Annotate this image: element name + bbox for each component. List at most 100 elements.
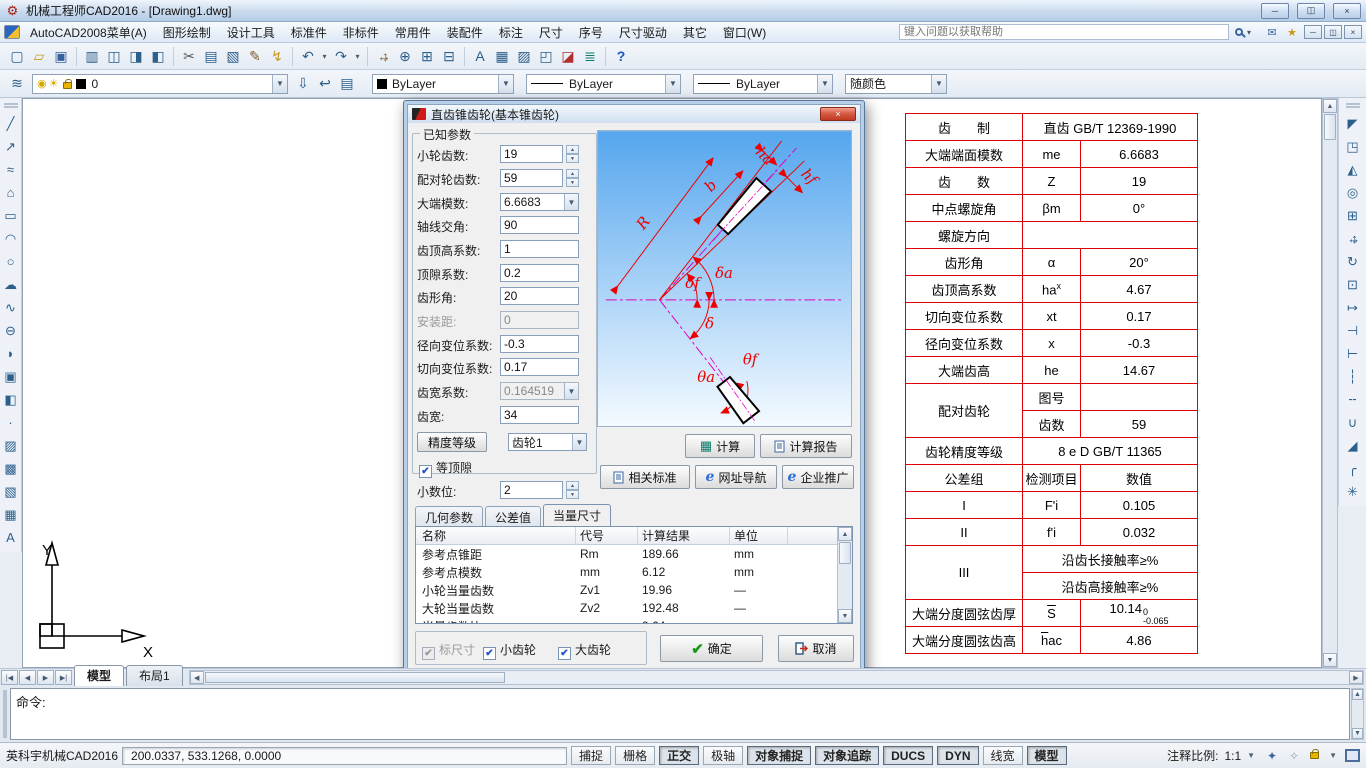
menu-item[interactable]: 非标件 — [335, 22, 387, 43]
layer-combo[interactable]: ◉ ☀ 0 ▼ — [32, 73, 288, 94]
gear-select-combo[interactable]: 齿轮1 ▼ — [508, 433, 587, 451]
make-block-icon[interactable]: ◧ — [1, 389, 21, 410]
save-icon[interactable]: ▣ — [50, 46, 72, 66]
plot-icon[interactable]: ▥ — [81, 46, 103, 66]
markup-icon[interactable]: ◪ — [557, 46, 579, 66]
new-icon[interactable]: ▢ — [6, 46, 28, 66]
decimal-spinner[interactable]: ▲ ▼ — [566, 481, 579, 499]
matchprop-icon[interactable]: ✎ — [244, 46, 266, 66]
rotate-icon[interactable]: ↻ — [1343, 251, 1363, 272]
scroll-down-arrow[interactable]: ▼ — [1323, 653, 1337, 667]
plot-preview-icon[interactable]: ◫ — [103, 46, 125, 66]
list-item[interactable]: 当量齿数比 9.64 — [416, 617, 852, 623]
tab-layout1[interactable]: 布局1 — [126, 665, 183, 686]
clean-screen-icon[interactable] — [1345, 749, 1360, 762]
menu-item[interactable]: 图形绘制 — [155, 22, 219, 43]
gear-check-row[interactable]: ✔ 大齿轮 — [558, 641, 611, 660]
ui-lock-icon[interactable] — [1310, 749, 1320, 759]
mirror-icon[interactable]: ◭ — [1343, 159, 1363, 180]
gradient-icon[interactable]: ▩ — [1, 458, 21, 479]
layer-on-bulb-icon[interactable]: ◉ — [37, 77, 47, 90]
toggle-ortho[interactable]: 正交 — [659, 746, 700, 765]
mdi-close-button[interactable]: × — [1344, 25, 1362, 39]
undo-icon[interactable]: ↶ — [297, 46, 319, 66]
scroll-down-arrow[interactable]: ▼ — [1352, 728, 1363, 739]
hscroll-thumb[interactable] — [204, 672, 505, 683]
menu-item[interactable]: 尺寸 — [531, 22, 571, 43]
list-item[interactable]: 小轮当量齿数 Zv1 19.96 — — [416, 581, 852, 599]
module-combo[interactable]: 6.6683 ▼ — [500, 193, 579, 211]
etransmit-icon[interactable]: ◧ — [147, 46, 169, 66]
toggle-model[interactable]: 模型 — [1026, 746, 1067, 765]
point-icon[interactable]: · — [1, 412, 21, 433]
pinion-checkbox[interactable]: ✔ — [483, 647, 496, 660]
color-combo-arrow[interactable]: ▼ — [498, 74, 513, 93]
designcenter-icon[interactable]: ◰ — [535, 46, 557, 66]
color-combo[interactable]: ByLayer ▼ — [372, 73, 514, 94]
menu-item[interactable]: 设计工具 — [219, 22, 283, 43]
dialog-close-button[interactable]: × — [820, 107, 856, 121]
precision-grade-button[interactable]: 精度等级 — [417, 432, 487, 452]
break-point-icon[interactable]: ┆ — [1343, 366, 1363, 387]
toolbar-separator[interactable] — [292, 46, 293, 66]
search-dropdown-arrow[interactable]: ▾ — [1247, 28, 1258, 37]
rectangle-icon[interactable]: ▭ — [1, 205, 21, 226]
gear-checkbox[interactable]: ✔ — [558, 647, 571, 660]
line-icon[interactable]: ╱ — [1, 113, 21, 134]
polyline-icon[interactable]: ≈ — [1, 159, 21, 180]
spline-icon[interactable]: ∿ — [1, 297, 21, 318]
list-item[interactable]: 大轮当量齿数 Zv2 192.48 — — [416, 599, 852, 617]
toggle-otrack[interactable]: 对象追踪 — [815, 746, 880, 765]
layer-combo-arrow[interactable]: ▼ — [272, 74, 287, 93]
vscroll-thumb[interactable] — [1324, 114, 1336, 140]
scroll-up-arrow[interactable]: ▲ — [1352, 689, 1363, 700]
command-scrollbar[interactable]: ▲ ▼ — [1351, 688, 1364, 740]
favorites-star-icon[interactable]: ★ — [1284, 26, 1300, 39]
pan-icon[interactable]: ↔ — [372, 46, 394, 66]
fillet-icon[interactable]: ╭ — [1343, 458, 1363, 479]
text-icon[interactable]: A — [1, 527, 21, 548]
layer-previous-icon[interactable]: ↩ — [314, 74, 336, 94]
minimize-button[interactable]: ─ — [1261, 2, 1289, 19]
break-icon[interactable]: ╌ — [1343, 389, 1363, 410]
copy-object-icon[interactable]: ◳ — [1343, 136, 1363, 157]
tab-model[interactable]: 模型 — [74, 665, 125, 686]
undo-dropdown-arrow[interactable]: ▾ — [319, 46, 330, 66]
arc-icon[interactable]: ◠ — [1, 228, 21, 249]
menu-item[interactable]: 标准件 — [283, 22, 335, 43]
open-icon[interactable]: ▱ — [28, 46, 50, 66]
mate-teeth-spinner[interactable]: ▲ ▼ — [566, 169, 579, 187]
textstyle-icon[interactable]: A — [469, 46, 491, 66]
menu-item[interactable]: 常用件 — [387, 22, 439, 43]
toggle-ducs[interactable]: DUCS — [883, 746, 934, 765]
toggle-polar[interactable]: 极轴 — [703, 746, 744, 765]
scroll-right-arrow[interactable]: ▶ — [1349, 671, 1363, 684]
polygon-icon[interactable]: ⌂ — [1, 182, 21, 203]
redo-dropdown-arrow[interactable]: ▾ — [352, 46, 363, 66]
menu-item[interactable]: 标注 — [491, 22, 531, 43]
layer-properties-icon[interactable]: ≋ — [6, 74, 28, 94]
trim-icon[interactable]: ⊣ — [1343, 320, 1363, 341]
radial-shift-input[interactable] — [500, 335, 579, 353]
linetype-combo[interactable]: ByLayer ▼ — [526, 73, 681, 94]
annotation-autoscale-icon[interactable]: ✧ — [1285, 749, 1303, 763]
pressure-angle-input[interactable] — [500, 287, 579, 305]
zoom-previous-icon[interactable]: ⊟ — [438, 46, 460, 66]
scroll-left-arrow[interactable]: ◀ — [189, 671, 204, 684]
join-icon[interactable]: ∪ — [1343, 412, 1363, 433]
toggle-grid[interactable]: 栅格 — [615, 746, 656, 765]
mate-teeth-input[interactable] — [500, 169, 563, 187]
layer-thaw-sun-icon[interactable]: ☀ — [49, 77, 59, 90]
ok-button[interactable]: ✔ 确定 — [660, 635, 763, 662]
annotation-visibility-icon[interactable]: ✦ — [1263, 749, 1281, 763]
coordinates-readout[interactable]: 200.0337, 533.1268, 0.0000 — [122, 746, 568, 765]
ui-lock-arrow[interactable]: ▼ — [1329, 751, 1337, 760]
close-button[interactable]: × — [1333, 2, 1361, 19]
toggle-lineweight[interactable]: 线宽 — [982, 746, 1023, 765]
tab-nav-first[interactable]: |◀ — [1, 670, 18, 685]
toggle-osnap[interactable]: 对象捕捉 — [747, 746, 812, 765]
hatch-icon[interactable]: ▨ — [1, 435, 21, 456]
zoom-realtime-icon[interactable]: ⊕ — [394, 46, 416, 66]
standards-button[interactable]: 相关标准 — [600, 465, 690, 489]
result-list-scrollbar[interactable]: ▲ ▼ — [837, 527, 852, 623]
